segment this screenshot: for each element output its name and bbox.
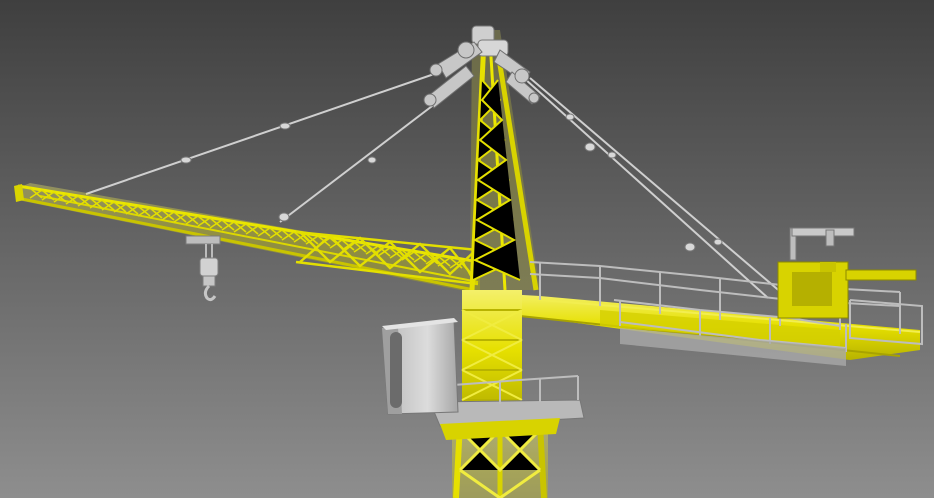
main-jib (14, 183, 481, 292)
3d-render-viewport (0, 0, 934, 498)
trolley-hook-block (185, 235, 221, 302)
cab-window (390, 332, 402, 408)
operator-cab (381, 318, 459, 415)
counter-jib (469, 227, 923, 366)
tower-crane-render (14, 25, 923, 498)
tower-mast (440, 418, 560, 498)
